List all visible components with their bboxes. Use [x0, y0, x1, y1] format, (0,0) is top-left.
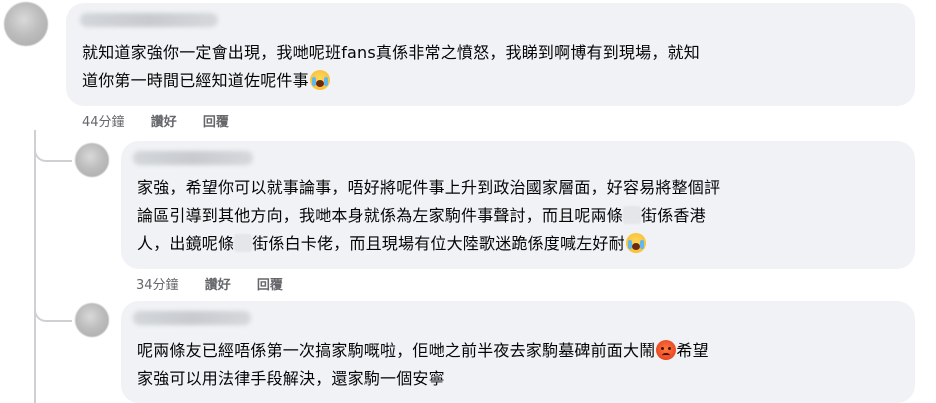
comment-line: 呢兩條友已經唔係第一次搞家駒嘅啦，佢哋之前半夜去家駒墓碑前面大鬧	[137, 341, 656, 360]
commenter-name-redacted[interactable]	[133, 311, 251, 325]
comment-line: 街係白卡佬，而且現場有位大陸歌迷跪係度喊左好耐	[252, 234, 625, 253]
comment-text: 就知道家強你一定會出現，我哋呢班fans真係非常之憤怒，我睇到啊博有到現場，就知…	[82, 39, 700, 95]
redacted-text	[234, 234, 253, 252]
reply-button[interactable]: 回覆	[203, 115, 229, 130]
comment-text: 呢兩條友已經唔係第一次搞家駒嘅啦，佢哋之前半夜去家駒墓碑前面大鬧 希望 家強可以用…	[137, 337, 709, 393]
loudly-crying-face-icon	[309, 70, 330, 90]
comment-line: 論區引導到其他方向，我哋本身就係為左家駒件事聲討，而且呢兩條	[137, 206, 624, 225]
comment-line: 家強可以用法律手段解決，還家駒一個安寧	[137, 369, 445, 388]
comment-bubble: 呢兩條友已經唔係第一次搞家駒嘅啦，佢哋之前半夜去家駒墓碑前面大鬧 希望 家強可以用…	[121, 301, 915, 403]
reply-button[interactable]: 回覆	[257, 278, 283, 293]
comment-timestamp[interactable]: 34分鐘	[136, 278, 179, 293]
like-button[interactable]: 讚好	[151, 115, 177, 130]
angry-face-icon	[656, 340, 677, 360]
thread-connector	[34, 140, 72, 162]
comment-line: 希望	[676, 341, 709, 360]
avatar[interactable]	[4, 2, 48, 46]
avatar[interactable]	[75, 303, 109, 337]
thread-connector	[34, 296, 72, 322]
comment-text: 家強，希望你可以就事論事，唔好將呢件事上升到政治國家層面，好容易將整個評 論區引…	[137, 174, 720, 258]
redacted-text	[623, 206, 642, 224]
like-button[interactable]: 讚好	[205, 278, 231, 293]
comment-meta: 44分鐘 讚好 回覆	[82, 111, 251, 130]
comment-timestamp[interactable]: 44分鐘	[82, 115, 125, 130]
thread-line	[34, 320, 36, 403]
commenter-name-redacted[interactable]	[80, 13, 218, 27]
commenter-name-redacted[interactable]	[133, 151, 253, 165]
comment-meta: 34分鐘 讚好 回覆	[136, 274, 305, 293]
comment-line: 道你第一時間已經知道佐呢件事	[82, 71, 309, 90]
loudly-crying-face-icon	[625, 233, 646, 253]
comment-line: 家強，希望你可以就事論事，唔好將呢件事上升到政治國家層面，好容易將整個評	[137, 178, 721, 197]
comment-line: 就知道家強你一定會出現，我哋呢班fans真係非常之憤怒，我睇到啊博有到現場，就知	[82, 43, 700, 62]
comment-line: 街係香港	[641, 206, 706, 225]
thread-line	[34, 130, 36, 320]
comment-bubble: 家強，希望你可以就事論事，唔好將呢件事上升到政治國家層面，好容易將整個評 論區引…	[121, 141, 915, 269]
comment-bubble: 就知道家強你一定會出現，我哋呢班fans真係非常之憤怒，我睇到啊博有到現場，就知…	[66, 3, 915, 106]
avatar[interactable]	[75, 143, 109, 177]
comment-line: 人，出鏡呢條	[137, 234, 235, 253]
